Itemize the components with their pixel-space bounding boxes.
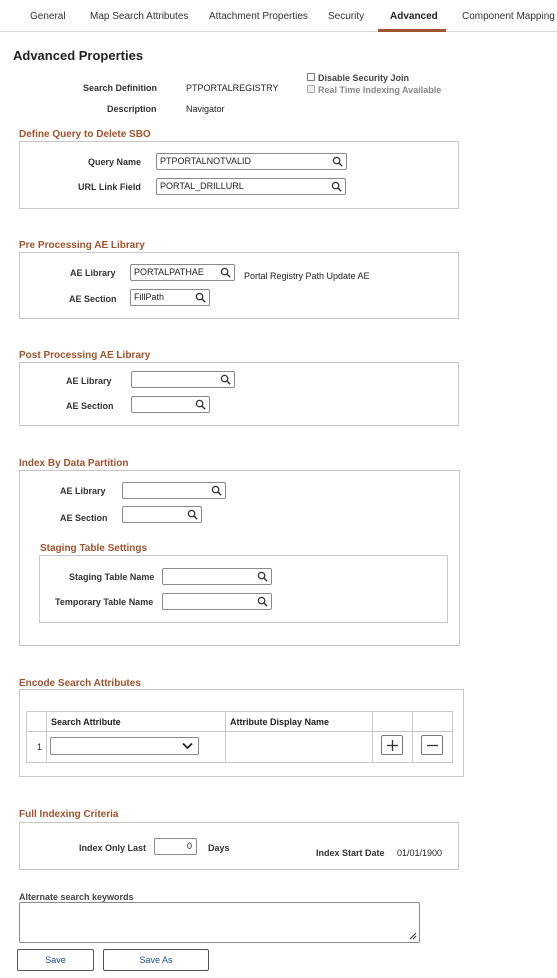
tab-attachment-properties[interactable]: Attachment Properties (209, 11, 308, 22)
delete-sbo-group (19, 141, 459, 209)
minus-icon (427, 744, 438, 747)
post-ae-section-lookup-icon[interactable] (195, 399, 206, 410)
page-title: Advanced Properties (13, 48, 144, 63)
url-link-value: PORTAL_DRILLURL (160, 181, 244, 191)
query-name-label: Query Name (88, 157, 142, 167)
resize-handle-icon[interactable] (409, 932, 417, 940)
index-start-date-label: Index Start Date (316, 848, 385, 858)
staging-table-name-field[interactable] (162, 568, 272, 585)
partition-ae-section-label: AE Section (60, 513, 108, 523)
url-link-field[interactable]: PORTAL_DRILLURL (156, 178, 346, 195)
url-link-lookup-icon[interactable] (331, 181, 342, 192)
description-label: Description (107, 104, 157, 114)
partition-ae-library-lookup-icon[interactable] (211, 485, 222, 496)
search-definition-value: PTPORTALREGISTRY (186, 83, 279, 93)
description-value: Navigator (186, 104, 225, 114)
real-time-indexing-checkbox (307, 85, 315, 93)
staging-section-title: Staging Table Settings (40, 543, 148, 554)
tab-map-search-attributes[interactable]: Map Search Attributes (90, 11, 188, 22)
search-attribute-select[interactable] (50, 737, 199, 755)
full-indexing-section-title: Full Indexing Criteria (19, 809, 119, 820)
tab-bar: General Map Search Attributes Attachment… (0, 0, 557, 32)
tab-component-mapping[interactable]: Component Mapping (462, 11, 555, 22)
index-start-date-value: 01/01/1900 (397, 848, 443, 858)
disable-security-join-checkbox[interactable] (307, 73, 315, 81)
temporary-table-name-field[interactable] (162, 593, 272, 610)
real-time-indexing-label: Real Time Indexing Available (318, 85, 442, 95)
pre-processing-section-title: Pre Processing AE Library (19, 240, 145, 251)
query-name-lookup-icon[interactable] (332, 156, 343, 167)
grid-header-add (372, 711, 413, 732)
staging-table-lookup-icon[interactable] (257, 571, 268, 582)
pre-processing-group (19, 252, 459, 319)
save-as-button[interactable]: Save As (103, 949, 209, 971)
search-definition-label: Search Definition (83, 83, 158, 93)
active-tab-indicator (378, 29, 446, 32)
grid-header-search-attribute: Search Attribute (46, 711, 226, 732)
index-only-last-label: Index Only Last (79, 843, 147, 853)
index-only-last-field[interactable]: 0 (154, 838, 197, 855)
query-name-field[interactable]: PTPORTALNOTVALID (156, 153, 347, 170)
pre-ae-library-label: AE Library (70, 268, 116, 278)
partition-section-title: Index By Data Partition (19, 458, 129, 469)
pre-ae-library-description: Portal Registry Path Update AE (244, 271, 370, 281)
post-ae-library-lookup-icon[interactable] (220, 374, 231, 385)
tab-advanced[interactable]: Advanced (390, 11, 438, 22)
row-number: 1 (26, 731, 47, 763)
partition-ae-section-lookup-icon[interactable] (187, 509, 198, 520)
temporary-table-lookup-icon[interactable] (257, 596, 268, 607)
alternate-keywords-textarea[interactable] (19, 902, 420, 943)
index-only-last-value: 0 (186, 841, 192, 851)
post-processing-section-title: Post Processing AE Library (19, 350, 151, 361)
partition-ae-library-field[interactable] (122, 482, 226, 499)
grid-header-remove (412, 711, 453, 732)
post-ae-library-label: AE Library (66, 376, 112, 386)
temporary-table-name-label: Temporary Table Name (55, 597, 154, 607)
post-ae-section-label: AE Section (66, 401, 114, 411)
grid-header-rownum (26, 711, 47, 732)
days-label: Days (208, 843, 230, 853)
post-ae-library-field[interactable] (131, 371, 235, 388)
grid-header-row: Search Attribute Attribute Display Name (26, 711, 453, 732)
tab-security[interactable]: Security (328, 11, 364, 22)
pre-ae-library-lookup-icon[interactable] (220, 267, 231, 278)
post-processing-group (19, 362, 459, 426)
add-row-button[interactable] (381, 735, 403, 755)
staging-table-name-label: Staging Table Name (69, 572, 155, 582)
plus-icon (387, 740, 398, 751)
partition-ae-section-field[interactable] (122, 506, 202, 523)
pre-ae-library-field[interactable]: PORTALPATHAE (130, 264, 235, 281)
url-link-field-label: URL Link Field (78, 182, 141, 192)
encode-section-title: Encode Search Attributes (19, 678, 141, 689)
partition-ae-library-label: AE Library (60, 486, 106, 496)
alternate-keywords-label: Alternate search keywords (19, 892, 134, 902)
pre-ae-section-value: FillPath (134, 292, 165, 302)
delete-sbo-section-title: Define Query to Delete SBO (19, 129, 151, 140)
query-name-value: PTPORTALNOTVALID (160, 156, 252, 166)
remove-row-button[interactable] (421, 735, 443, 755)
pre-ae-library-value: PORTALPATHAE (134, 267, 204, 277)
staging-group (39, 555, 448, 623)
display-name-cell (225, 731, 373, 763)
post-ae-section-field[interactable] (131, 396, 210, 413)
pre-ae-section-lookup-icon[interactable] (195, 292, 206, 303)
pre-ae-section-field[interactable]: FillPath (130, 289, 210, 306)
save-button[interactable]: Save (17, 949, 94, 971)
grid-header-display-name: Attribute Display Name (225, 711, 373, 732)
tab-general[interactable]: General (30, 11, 66, 22)
disable-security-join-label: Disable Security Join (318, 73, 410, 83)
pre-ae-section-label: AE Section (69, 294, 117, 304)
chevron-down-icon (182, 742, 193, 750)
